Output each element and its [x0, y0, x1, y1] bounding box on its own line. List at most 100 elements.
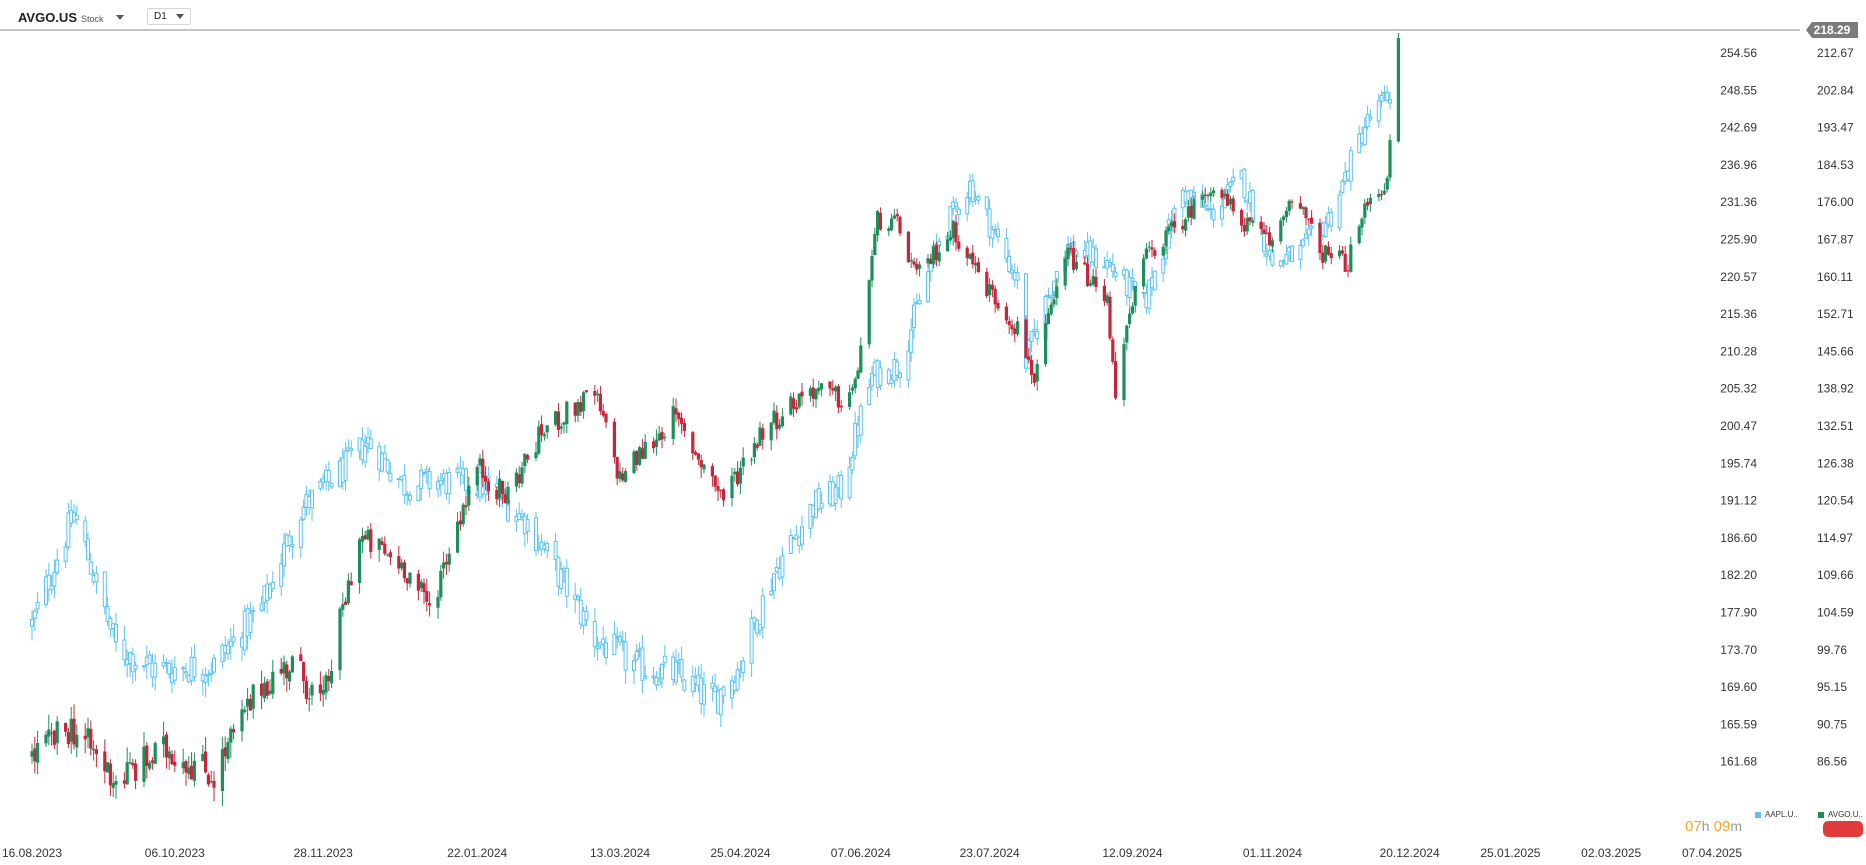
right-axis-tick: 202.84 — [1817, 83, 1854, 97]
avgo-candle — [290, 654, 294, 673]
avgo-candle — [33, 736, 37, 774]
avgo-candle — [755, 442, 759, 451]
avgo-candle — [380, 536, 384, 546]
avgo-candle — [1049, 302, 1053, 317]
avgo-candle — [360, 527, 364, 554]
avgo-candle — [330, 659, 334, 688]
aapl-candle — [408, 491, 412, 506]
avgo-candle — [965, 245, 969, 266]
avgo-candle — [778, 419, 782, 431]
avgo-candle — [173, 750, 177, 773]
left-axis-tick: 248.55 — [1720, 83, 1757, 97]
avgo-candle — [164, 731, 168, 769]
avgo-candle — [1340, 246, 1344, 256]
aapl-candle — [172, 655, 177, 685]
avgo-candle — [957, 234, 961, 252]
avgo-candle — [1032, 372, 1036, 387]
aapl-candle — [368, 429, 373, 450]
avgo-candle — [1161, 243, 1165, 257]
right-axis-tick: 132.51 — [1817, 419, 1854, 433]
avgo-candle — [478, 453, 482, 467]
avgo-candle — [663, 433, 667, 442]
avgo-candle — [1212, 187, 1216, 198]
avgo-candle — [870, 249, 874, 288]
avgo-candle — [282, 655, 286, 686]
avgo-candle — [1242, 217, 1246, 237]
avgo-candle — [383, 536, 387, 556]
avgo-candle — [892, 209, 896, 220]
aapl-candle — [780, 546, 785, 586]
left-axis-tick: 195.74 — [1720, 456, 1757, 470]
aapl-candle — [385, 458, 390, 475]
avgo-candle — [131, 758, 135, 769]
right-axis-tick: 109.66 — [1817, 568, 1854, 582]
avgo-candle — [1240, 208, 1244, 233]
avgo-candle — [719, 489, 723, 498]
avgo-candle — [190, 752, 194, 780]
avgo-candle — [251, 683, 255, 719]
x-axis-tick: 28.11.2023 — [294, 846, 353, 860]
current-price-label: 218.29 — [1814, 23, 1851, 37]
right-axis-tick: 104.59 — [1817, 606, 1854, 620]
avgo-candle — [1142, 254, 1146, 290]
avgo-candle — [674, 398, 678, 423]
avgo-candle — [702, 464, 706, 474]
avgo-candle — [817, 380, 821, 395]
avgo-candle — [341, 592, 345, 617]
right-axis-tick: 138.92 — [1817, 382, 1854, 396]
avgo-candle — [573, 402, 577, 423]
alert-button[interactable] — [1823, 821, 1863, 837]
avgo-candle — [240, 699, 244, 742]
avgo-candle — [363, 530, 367, 540]
avgo-candle — [848, 384, 852, 410]
legend-aapl[interactable]: AAPL.U.. — [1755, 810, 1798, 819]
avgo-candle — [122, 772, 126, 789]
avgo-candle — [271, 659, 275, 699]
right-axis-tick: 152.71 — [1817, 307, 1854, 321]
avgo-candle — [976, 257, 980, 273]
avgo-candle — [736, 461, 740, 487]
avgo-candle — [520, 461, 524, 488]
aapl-candle — [996, 222, 1000, 243]
avgo-candle — [288, 669, 292, 690]
left-axis-tick: 254.56 — [1720, 46, 1757, 60]
aapl-candle — [634, 643, 639, 662]
right-axis-tick: 160.11 — [1817, 270, 1853, 284]
avgo-candle — [604, 412, 608, 428]
avgo-candle — [996, 299, 1000, 311]
avgo-candle — [632, 449, 636, 475]
avgo-candle — [772, 402, 776, 425]
aapl-candle — [447, 467, 452, 505]
avgo-candle — [422, 578, 426, 604]
avgo-candle — [990, 280, 994, 298]
avgo-candle — [223, 736, 227, 771]
avgo-candle — [408, 572, 412, 588]
avgo-candle — [64, 722, 68, 737]
avgo-candle — [1360, 217, 1364, 236]
avgo-candle — [206, 772, 210, 787]
aapl-candle — [898, 370, 902, 388]
right-axis-tick: 145.66 — [1817, 344, 1854, 358]
price-chart[interactable]: 218.29 254.56 248.55 242.69 236.96 231.36 225… — [0, 0, 1866, 865]
legend-avgo[interactable]: AVGO.U.. — [1818, 810, 1863, 819]
aapl-candle — [298, 516, 303, 559]
aapl-candle — [228, 627, 233, 661]
avgo-candle — [229, 726, 233, 758]
avgo-candle — [1228, 195, 1232, 210]
avgo-candle — [55, 716, 59, 755]
avgo-candle — [142, 732, 146, 788]
avgo-candle — [1279, 217, 1283, 245]
aapl-candle — [517, 502, 522, 520]
left-axis-tick: 191.12 — [1720, 494, 1757, 508]
aapl-candle — [1152, 270, 1157, 291]
time-axis[interactable]: 16.08.2023 06.10.2023 28.11.2023 22.01.2024… — [2, 846, 1742, 860]
right-axis-tick: 99.76 — [1817, 643, 1847, 657]
avgo-candle — [145, 742, 149, 779]
right-price-axis[interactable]: 212.67 202.84 193.47 184.53 176.00 167.87 160.… — [1817, 46, 1854, 769]
avgo-candle — [769, 422, 773, 451]
avgo-candle — [302, 661, 306, 694]
avgo-candle — [1105, 292, 1109, 306]
avgo-candle — [447, 547, 451, 572]
avgo-candle — [974, 255, 978, 274]
aapl-candle — [203, 667, 208, 697]
